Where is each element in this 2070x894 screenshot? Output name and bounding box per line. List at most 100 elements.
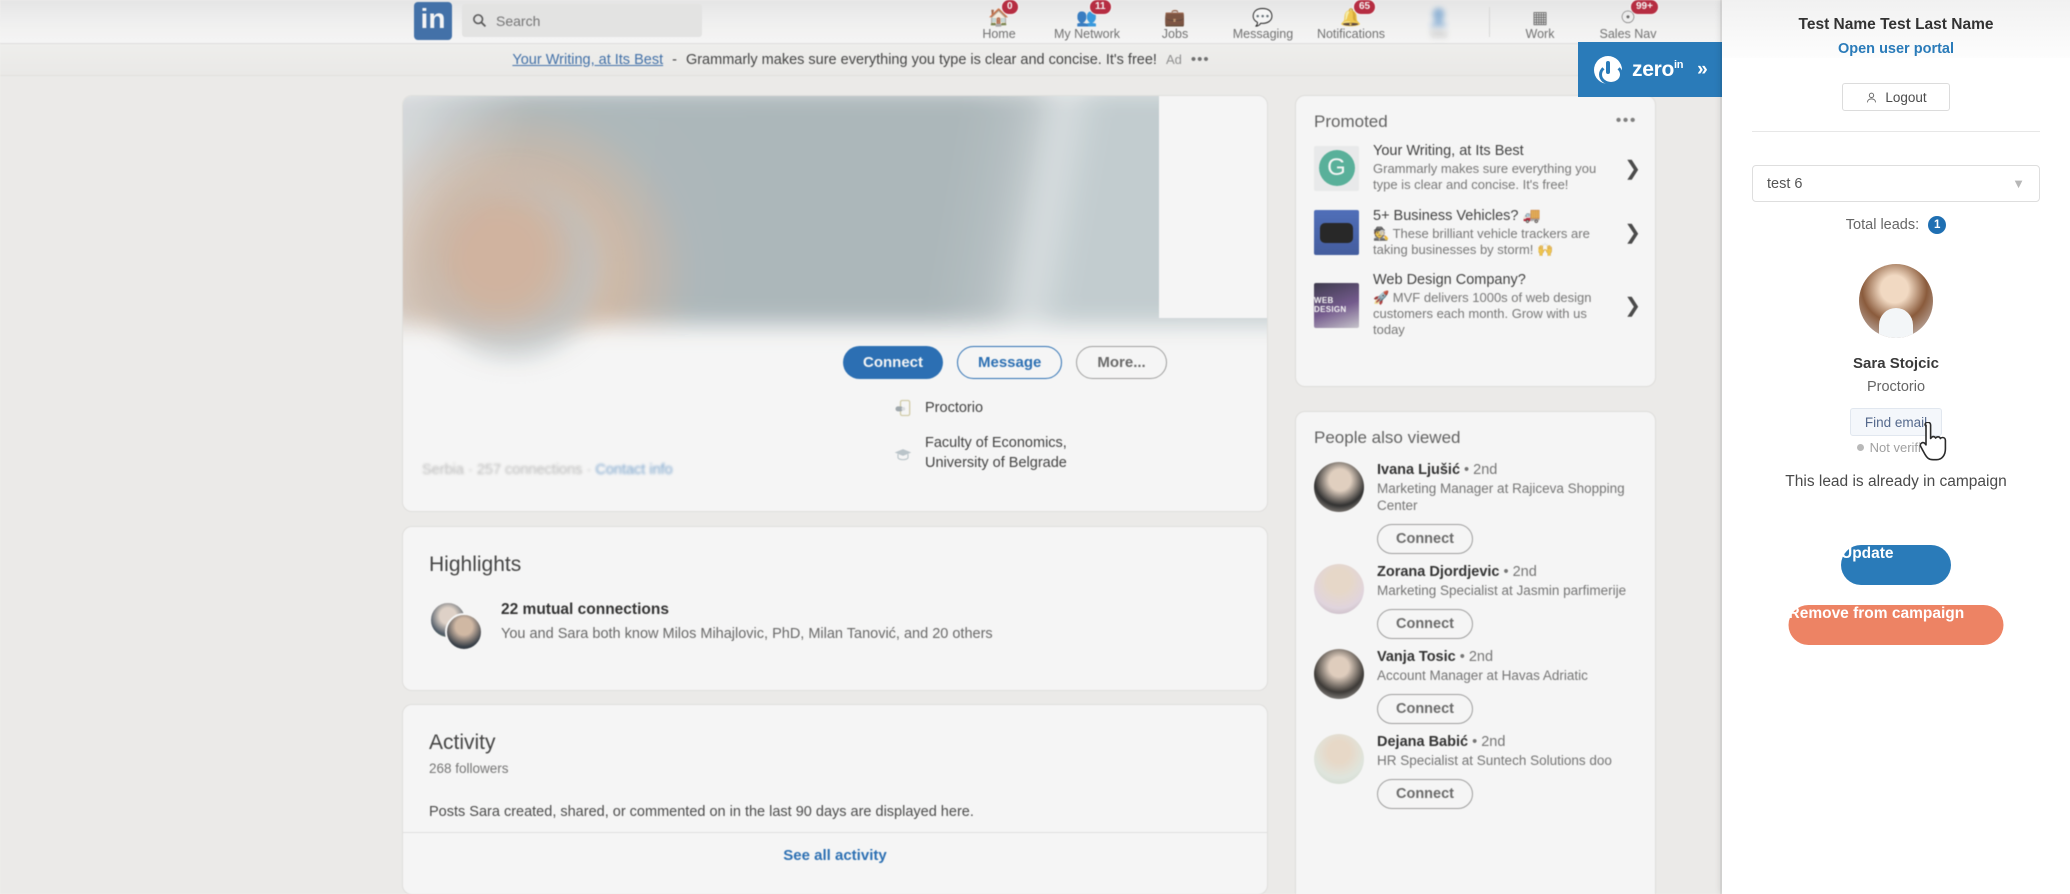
- person-name: Zorana Djordjevic • 2nd: [1377, 564, 1637, 580]
- remove-from-campaign-button[interactable]: Remove from campaign: [1788, 605, 2004, 645]
- profile-location-line: Serbia · 257 connections · Contact info: [422, 462, 673, 478]
- zeroin-word: zero: [1632, 57, 1674, 81]
- promoted-item-desc: 🚀 MVF delivers 1000s of web design custo…: [1373, 290, 1592, 337]
- nav-item-messaging[interactable]: 💬 Messaging: [1219, 0, 1307, 44]
- profile-avatar[interactable]: [423, 176, 603, 356]
- activity-divider: [403, 832, 1267, 833]
- promoted-item-title: Your Writing, at Its Best: [1373, 143, 1524, 159]
- ad-banner[interactable]: Your Writing, at Its Best - Grammarly ma…: [0, 44, 1722, 76]
- ad-link[interactable]: Your Writing, at Its Best: [512, 52, 663, 68]
- sales-nav-badge: 99+: [1630, 0, 1659, 15]
- notifications-badge: 65: [1353, 0, 1377, 15]
- status-dot-icon: [1856, 444, 1864, 451]
- message-button[interactable]: Message: [957, 346, 1063, 379]
- nav-item-sales-nav[interactable]: ☉ 99+ Sales Nav: [1584, 0, 1672, 44]
- banner-right-fill: [1159, 96, 1267, 318]
- person-name: Ivana Ljušić • 2nd: [1377, 462, 1637, 478]
- nav-label-notifications: Notifications: [1316, 27, 1386, 41]
- nav-item-my-network[interactable]: 👥 11 My Network: [1043, 0, 1131, 44]
- nav-item-me[interactable]: 👤 Me: [1395, 0, 1483, 44]
- promoted-item[interactable]: G Your Writing, at Its Best Grammarly ma…: [1296, 136, 1655, 200]
- logout-button[interactable]: Logout: [1842, 83, 1950, 111]
- verification-label: Not verified: [1869, 440, 1936, 455]
- followers-count: 268 followers: [429, 761, 509, 776]
- total-leads-badge: 1: [1928, 216, 1947, 234]
- nav-item-jobs[interactable]: 💼 Jobs: [1131, 0, 1219, 44]
- nav-item-notifications[interactable]: 🔔 65 Notifications: [1307, 0, 1395, 44]
- campaign-select[interactable]: test 6 ▼: [1752, 165, 2040, 202]
- lead-avatar: [1859, 264, 1933, 338]
- connect-button[interactable]: Connect: [1377, 609, 1473, 639]
- total-leads-row: Total leads: 1: [1722, 216, 2070, 234]
- mutual-connections-sub: You and Sara both know Milos Mihajlovic,…: [501, 626, 993, 642]
- highlights-card: Highlights 22 mutual connections You and…: [403, 527, 1267, 690]
- promoted-item-desc: 🕵️ These brilliant vehicle trackers are …: [1373, 226, 1590, 257]
- ad-menu-icon[interactable]: •••: [1191, 51, 1210, 68]
- chevron-right-icon[interactable]: ❯: [1620, 156, 1641, 181]
- mutual-connections-row[interactable]: 22 mutual connections You and Sara both …: [429, 601, 1241, 651]
- nav-items: 🏠 0 Home 👥 11 My Network 💼 Jobs 💬 Messag…: [955, 0, 1672, 44]
- zeroin-toggle-tab[interactable]: zeroin »: [1578, 42, 1724, 97]
- user-name: Test Name Test Last Name: [1798, 16, 1994, 33]
- search-icon: [473, 14, 487, 28]
- logout-label: Logout: [1885, 89, 1927, 105]
- connect-button[interactable]: Connect: [1377, 779, 1473, 809]
- promoted-title: Promoted: [1314, 112, 1388, 131]
- education-row: Faculty of Economics, University of Belg…: [893, 433, 1133, 473]
- nav-item-work[interactable]: ▦ Work: [1496, 0, 1584, 44]
- promoted-item-title: Web Design Company?: [1373, 272, 1526, 288]
- total-leads-label: Total leads:: [1845, 217, 1920, 233]
- avatar: [1314, 734, 1364, 784]
- list-item[interactable]: Dejana Babić • 2nd HR Specialist at Sunt…: [1296, 724, 1655, 809]
- zeroin-wordmark: zeroin: [1632, 58, 1683, 82]
- nav-item-home[interactable]: 🏠 0 Home: [955, 0, 1043, 44]
- chevron-right-icon[interactable]: ❯: [1620, 220, 1641, 245]
- search-input[interactable]: Search: [462, 4, 702, 37]
- activity-title: Activity: [429, 731, 496, 754]
- chevron-double-right-icon[interactable]: »: [1697, 59, 1708, 81]
- promoted-menu-icon[interactable]: •••: [1616, 112, 1637, 130]
- zeroin-logo-icon: [1594, 55, 1623, 85]
- chevron-down-icon: ▼: [2012, 176, 2025, 191]
- contact-info-link[interactable]: Contact info: [595, 462, 672, 478]
- connect-button[interactable]: Connect: [1377, 694, 1473, 724]
- ad-body: Grammarly makes sure everything you type…: [685, 51, 1157, 68]
- open-user-portal-link[interactable]: Open user portal: [1722, 41, 2070, 57]
- more-button[interactable]: More...: [1076, 346, 1167, 379]
- promoted-item[interactable]: WEB DESIGN Web Design Company? 🚀 MVF del…: [1296, 265, 1655, 345]
- nav-label-my-network: My Network: [1054, 27, 1120, 41]
- activity-card: Activity 268 followers Posts Sara create…: [403, 705, 1267, 894]
- current-company-row: Proctorio: [893, 398, 983, 418]
- panel-user-block: Test Name Test Last Name Open user porta…: [1722, 16, 2070, 57]
- home-badge: 0: [1001, 0, 1019, 15]
- list-item[interactable]: Zorana Djordjevic • 2nd Marketing Specia…: [1296, 554, 1655, 639]
- avatar: [1314, 564, 1364, 614]
- list-item[interactable]: Ivana Ljušić • 2nd Marketing Manager at …: [1296, 452, 1655, 554]
- nav-divider: [1489, 7, 1490, 37]
- avatar-icon: 👤: [1428, 8, 1450, 27]
- person-degree: • 2nd: [1472, 734, 1506, 750]
- person-role: Marketing Manager at Rajiceva Shopping C…: [1377, 481, 1625, 513]
- user-icon: [1867, 92, 1877, 102]
- current-company-label: Proctorio: [925, 400, 984, 416]
- people-also-viewed-title: People also viewed: [1314, 428, 1461, 447]
- linkedin-logo-icon[interactable]: in: [414, 2, 452, 40]
- grammarly-logo-icon: G: [1314, 145, 1359, 191]
- activity-empty-text: Posts Sara created, shared, or commented…: [429, 804, 974, 820]
- education-icon: [894, 449, 912, 461]
- mutual-connections-title: 22 mutual connections: [501, 601, 669, 618]
- promoted-item[interactable]: 5+ Business Vehicles? 🚚 🕵️ These brillia…: [1296, 200, 1655, 265]
- person-degree: • 2nd: [1503, 564, 1537, 580]
- connect-button[interactable]: Connect: [843, 346, 943, 379]
- connect-button[interactable]: Connect: [1377, 524, 1473, 554]
- web-design-photo-icon: WEB DESIGN: [1314, 282, 1359, 328]
- connections-count: 257 connections: [476, 462, 583, 478]
- list-item[interactable]: Vanja Tosic • 2nd Account Manager at Hav…: [1296, 639, 1655, 724]
- update-button[interactable]: Update: [1841, 545, 1951, 585]
- chevron-right-icon[interactable]: ❯: [1620, 293, 1641, 318]
- person-degree: • 2nd: [1464, 462, 1498, 478]
- person-role: HR Specialist at Suntech Solutions doo: [1377, 753, 1612, 768]
- find-email-button[interactable]: Find email: [1850, 408, 1942, 436]
- person-name-text: Zorana Djordjevic: [1377, 564, 1500, 580]
- see-all-activity-link[interactable]: See all activity: [403, 847, 1267, 864]
